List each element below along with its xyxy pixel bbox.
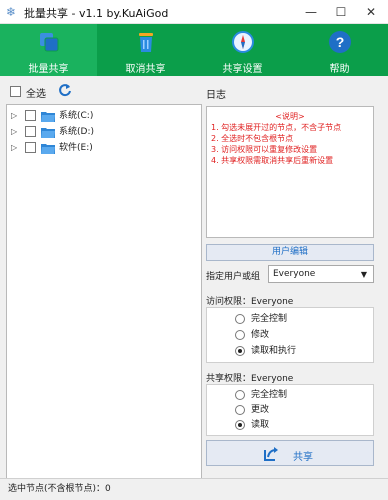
drive-d-checkbox[interactable] [25,126,36,137]
tab-cancel-share[interactable]: 取消共享 [97,24,194,76]
tab-batch-share[interactable]: 批量共享 [0,24,97,76]
radio-access-full-control[interactable] [235,314,245,324]
tree-node-drive-c[interactable]: ▷ 系统(C:) [11,109,191,123]
main-toolbar: 批量共享 取消共享 共享设置 ? 帮助 [0,24,388,76]
tab-share-settings[interactable]: 共享设置 [194,24,291,76]
drive-d-label: 系统(D:) [59,127,94,137]
access-permission-label: 访问权限：Everyone [206,297,294,307]
share-option-label: 完全控制 [251,390,288,400]
select-all-label: 全选 [26,89,46,100]
access-option-label: 读取和执行 [251,346,297,356]
tree-node-drive-d[interactable]: ▷ 系统(D:) [11,125,191,139]
trash-can-icon [138,33,153,52]
log-line: 4. 共享权限需取消共享后重新设置 [211,156,334,165]
minimize-button[interactable]: — [296,0,326,24]
expand-arrow-icon[interactable]: ▷ [11,141,17,155]
log-line: 3. 访问权限可以重复修改设置 [211,145,318,154]
selected-node-count: 选中节点(不含根节点)：0 [8,484,111,494]
select-all-checkbox[interactable] [10,86,21,97]
radio-share-read[interactable] [235,420,245,430]
share-windows-icon [39,33,58,52]
refresh-icon[interactable] [58,83,72,97]
drive-tree: ▷ 系统(C:) ▷ 系统(D:) ▷ 软件(E:) [6,104,202,479]
folder-icon [41,144,55,154]
radio-share-full-control[interactable] [235,390,245,400]
svg-text:?: ? [335,34,344,50]
log-textbox[interactable]: <说明> 1. 勾选未展开过的节点，不含子节点 2. 全选时不包含根节点 3. … [206,106,374,238]
share-option-label: 读取 [251,420,270,430]
user-select-value: Everyone [273,269,316,279]
help-icon: ? [328,31,351,53]
log-label: 日志 [206,90,226,101]
expand-arrow-icon[interactable]: ▷ [11,125,17,139]
radio-access-modify[interactable] [235,330,245,340]
tab-share-settings-label: 共享设置 [222,64,263,75]
access-option-label: 修改 [251,330,270,340]
tab-cancel-share-label: 取消共享 [125,64,166,75]
tree-node-drive-e[interactable]: ▷ 软件(E:) [11,141,191,155]
access-option-label: 完全控制 [251,314,288,324]
tab-help[interactable]: ? 帮助 [291,24,388,76]
drive-c-label: 系统(C:) [59,111,94,121]
radio-share-change[interactable] [235,405,245,415]
maximize-button[interactable]: ☐ [326,0,356,24]
title-bar: ❄ 批量共享 - v1.1 by.KuAiGod — ☐ ✕ [0,0,388,24]
share-arrow-icon [264,447,278,461]
tab-help-label: 帮助 [329,64,350,75]
log-line: 1. 勾选未展开过的节点，不含子节点 [211,123,342,132]
share-option-label: 更改 [251,405,270,415]
tab-batch-share-label: 批量共享 [28,64,69,75]
specify-user-label: 指定用户或组 [206,272,261,282]
snowflake-app-icon: ❄ [6,5,17,19]
user-select[interactable]: Everyone ▼ [268,265,374,283]
drive-e-label: 软件(E:) [59,143,93,153]
chevron-down-icon: ▼ [360,270,367,279]
status-bar: 选中节点(不含根节点)：0 [0,478,388,500]
share-button-label: 共享 [293,452,313,463]
log-line: 2. 全选时不包含根节点 [211,134,294,143]
expand-arrow-icon[interactable]: ▷ [11,109,17,123]
access-permission-group: 完全控制 修改 读取和执行 [206,307,374,363]
folder-icon [41,128,55,138]
window-title: 批量共享 - v1.1 by.KuAiGod [24,7,169,20]
user-edit-button[interactable]: 用户编辑 [206,244,374,261]
radio-access-read-execute[interactable] [235,346,245,356]
share-permission-label: 共享权限：Everyone [206,374,294,384]
share-button[interactable]: 共享 [206,440,374,466]
share-permission-group: 完全控制 更改 读取 [206,384,374,436]
folder-icon [41,112,55,122]
settings-panel: 日志 <说明> 1. 勾选未展开过的节点，不含子节点 2. 全选时不包含根节点 … [206,82,374,479]
close-button[interactable]: ✕ [356,0,386,24]
drive-tree-panel: 全选 ▷ 系统(C:) ▷ 系统(D:) ▷ 软件(E:) [6,82,202,479]
log-line: <说明> [275,112,305,121]
compass-icon [231,31,254,53]
drive-e-checkbox[interactable] [25,142,36,153]
drive-c-checkbox[interactable] [25,110,36,121]
